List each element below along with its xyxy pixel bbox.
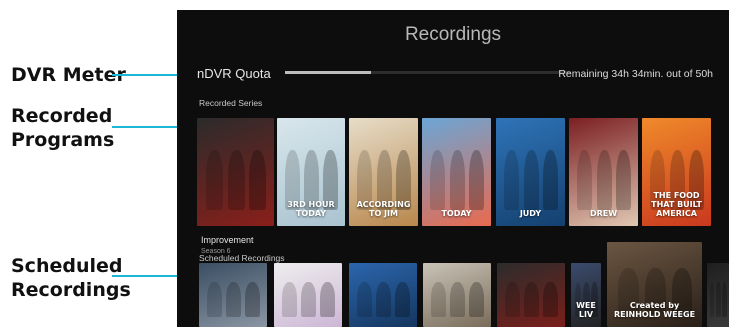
tile-artwork-figure (721, 282, 727, 318)
tile-artwork-figure (320, 282, 336, 318)
tile-artwork-figure (449, 150, 465, 210)
tile-title-text: WEE LIV (576, 301, 596, 319)
tile-artwork-figure (206, 150, 224, 210)
tile-artwork-figure (430, 150, 446, 210)
tile-artwork-figure (245, 282, 261, 318)
dvr-meter-callout: DVR Meter (11, 64, 126, 86)
tile-drew[interactable]: DREW (569, 118, 638, 226)
tile-title-text: DREW (589, 209, 618, 218)
tv-screen: Recordings nDVR Quota Remaining 34h 34mi… (177, 10, 729, 327)
tile-home-improvement[interactable] (197, 118, 274, 226)
scheduled-recordings-callout-line2: Recordings (11, 279, 131, 301)
tile-artwork-figure (523, 150, 539, 210)
tile-weekend-live[interactable]: WEE LIV (571, 263, 601, 327)
tile-judge-show[interactable] (349, 263, 417, 327)
tile-title-text: Created by REINHOLD WEEGE (613, 301, 696, 319)
tile-artwork-figure (395, 282, 411, 318)
tile-talk-show[interactable] (199, 263, 267, 327)
recorded-programs-callout: Recorded Programs (11, 104, 114, 152)
tile-sitcom-family[interactable] (423, 263, 491, 327)
scheduled-recordings-callout: Scheduled Recordings (11, 254, 131, 302)
tile-title-text: THE FOOD THAT BUILT AMERICA (651, 191, 702, 218)
page-title: Recordings (404, 24, 502, 45)
tile-artwork-figure (450, 282, 466, 318)
tile-title-text: ACCORDING TO JIM (356, 200, 411, 218)
tile-artwork-figure (301, 282, 317, 318)
tile-judy[interactable]: JUDY (496, 118, 565, 226)
tile-artwork-figure (505, 282, 521, 318)
ndvr-quota-label: nDVR Quota (197, 66, 271, 81)
tile-artwork-figure (469, 282, 485, 318)
tile-artwork-figure (577, 150, 593, 210)
tile-3rd-hour-today[interactable]: 3RD HOUR TODAY (277, 118, 345, 226)
tile-artwork-figure (715, 282, 721, 318)
tile-artwork-figure (249, 150, 267, 210)
recorded-series-label: Recorded Series (199, 98, 263, 108)
tile-artwork-figure (357, 282, 373, 318)
tile-according-to-jim[interactable]: ACCORDING TO JIM (349, 118, 418, 226)
tile-title-text: JUDY (519, 209, 542, 218)
recorded-programs-callout-line1: Recorded (11, 105, 113, 127)
tile-artwork-figure (468, 150, 485, 210)
tile-title-text: TODAY (441, 209, 472, 218)
tile-dance-show[interactable] (274, 263, 342, 327)
tile-today[interactable]: TODAY (422, 118, 491, 226)
tile-artwork-figure (615, 150, 632, 210)
dvr-meter-bar (285, 71, 571, 74)
tile-home-improvement-2[interactable] (497, 263, 565, 327)
tile-artwork-figure (542, 150, 559, 210)
tile-artwork-figure (207, 282, 223, 318)
tile-edge-tile[interactable] (707, 263, 729, 327)
remaining-time-text: Remaining 34h 34min. out of 50h (558, 68, 713, 80)
tile-artwork-figure (709, 282, 715, 318)
tile-the-food-that-built-america[interactable]: THE FOOD THAT BUILT AMERICA (642, 118, 711, 226)
tile-artwork-figure (524, 282, 540, 318)
recorded-programs-callout-line2: Programs (11, 129, 115, 151)
tile-artwork-figure (504, 150, 520, 210)
tile-title-text: 3RD HOUR TODAY (287, 200, 335, 218)
tile-artwork-figure (282, 282, 298, 318)
scheduled-recordings-label: Scheduled Recordings (199, 253, 285, 263)
tile-artwork-figure (226, 282, 242, 318)
tile-artwork-figure (431, 282, 447, 318)
tile-reinhold-weege[interactable]: Created by REINHOLD WEEGE (607, 242, 702, 327)
focused-item-title: Improvement (201, 235, 254, 245)
tile-artwork-figure (227, 150, 245, 210)
dvr-meter-fill (285, 71, 371, 74)
tile-artwork-figure (376, 282, 392, 318)
tile-artwork-figure (596, 150, 612, 210)
tile-artwork-figure (543, 282, 559, 318)
